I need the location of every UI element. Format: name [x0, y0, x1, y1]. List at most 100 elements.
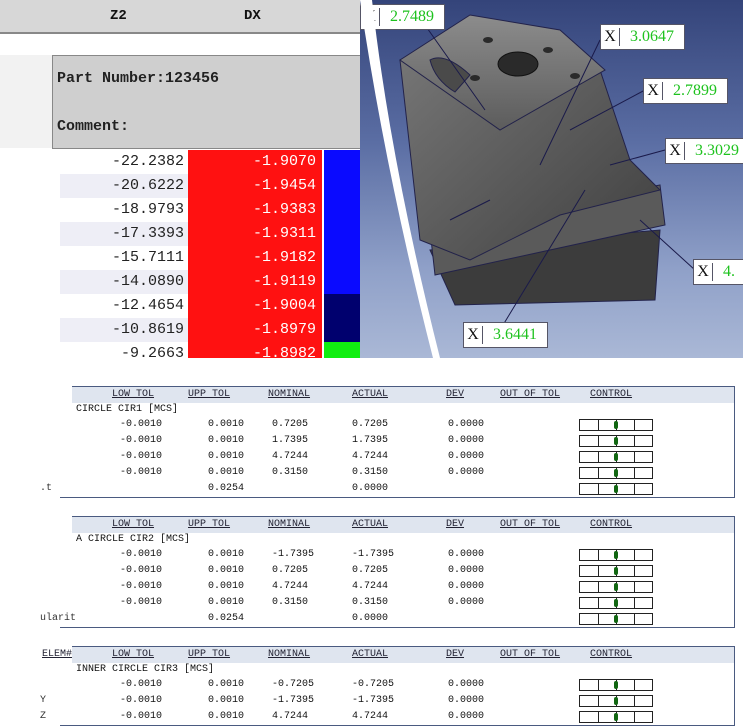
tolerance-gauge — [579, 695, 653, 707]
cell-upp-tol: 0.0010 — [208, 695, 245, 706]
cell-low-tol: -0.0010 — [120, 565, 163, 576]
cell-low-tol: -0.0010 — [120, 695, 163, 706]
tolerance-gauge — [579, 581, 653, 593]
cell-actual: 0.7205 — [352, 419, 389, 430]
label-key: X — [694, 263, 713, 281]
cell-dx[interactable]: -1.9119 — [188, 270, 322, 294]
dimension-label[interactable]: X 4. — [693, 259, 743, 285]
column-header: OUT OF TOL — [500, 389, 561, 400]
table-row[interactable]: -0.0010 0.0010 4.7244 4.7244 0.0000 — [60, 449, 734, 465]
label-key: X — [666, 142, 685, 160]
table-row[interactable]: -0.0010 0.0010 -1.7395 -1.7395 0.0000 — [60, 547, 734, 563]
part-model — [399, 14, 696, 331]
column-header: NOMINAL — [268, 649, 311, 660]
cell-z2[interactable]: -9.2663 — [60, 342, 184, 358]
cell-dev: 0.0000 — [448, 451, 485, 462]
cell-z2[interactable]: -20.6222 — [60, 174, 184, 198]
cell-low-tol: -0.0010 — [120, 467, 163, 478]
cell-upp-tol: 0.0010 — [208, 581, 245, 592]
column-header: CONTROL — [590, 389, 633, 400]
cell-low-tol: -0.0010 — [120, 451, 163, 462]
cell-actual: 0.7205 — [352, 565, 389, 576]
cell-upp-tol: 0.0010 — [208, 435, 245, 446]
cell-dev: 0.0000 — [448, 597, 485, 608]
cell-upp-tol: 0.0010 — [208, 419, 245, 430]
table-row[interactable]: ularit 0.0254 0.0000 — [40, 611, 734, 627]
cell-nominal: 0.7205 — [272, 565, 309, 576]
cell-z2[interactable]: -10.8619 — [60, 318, 184, 342]
table-row[interactable]: -0.0010 0.0010 -0.7205 -0.7205 0.0000 — [60, 677, 734, 693]
cell-upp-tol: 0.0254 — [208, 483, 245, 494]
table-row[interactable]: -0.0010 0.0010 4.7244 4.7244 0.0000 — [60, 579, 734, 595]
gauge-marker — [614, 583, 618, 591]
column-header: NOMINAL — [268, 519, 311, 530]
tolerance-gauge — [579, 467, 653, 479]
cell-actual: 0.0000 — [352, 483, 389, 494]
dimension-label[interactable]: X 3.6441 — [463, 322, 548, 348]
cell-z2[interactable]: -22.2382 — [60, 150, 184, 174]
feature-title: INNER CIRCLE CIR3 [MCS] — [72, 663, 735, 677]
row-label: ularit — [40, 613, 77, 624]
tolerance-gauge — [579, 565, 653, 577]
cell-dx[interactable]: -1.9004 — [188, 294, 322, 318]
cell-low-tol: -0.0010 — [120, 419, 163, 430]
cell-dx[interactable]: -1.9454 — [188, 174, 322, 198]
cell-dx[interactable]: -1.9383 — [188, 198, 322, 222]
table-row[interactable]: .t 0.0254 0.0000 — [40, 481, 734, 497]
cell-low-tol: -0.0010 — [120, 597, 163, 608]
table-row[interactable]: -0.0010 0.0010 0.7205 0.7205 0.0000 — [60, 563, 734, 579]
table-row[interactable]: -0.0010 0.0010 0.7205 0.7205 0.0000 — [60, 417, 734, 433]
table-header: ELEM# LOW TOL UPP TOL NOMINAL ACTUAL DEV OUT O… — [42, 646, 735, 663]
cell-dx[interactable]: -1.9311 — [188, 222, 322, 246]
tolerance-gauge — [579, 613, 653, 625]
gauge-marker — [614, 469, 618, 477]
dimension-label[interactable]: X 3.3029 — [665, 138, 743, 164]
cell-z2[interactable]: -17.3393 — [60, 222, 184, 246]
cell-nominal: 0.7205 — [272, 419, 309, 430]
column-header-dx[interactable]: DX — [244, 8, 261, 24]
column-header: UPP TOL — [188, 649, 231, 660]
table-row[interactable]: Z -0.0010 0.0010 4.7244 4.7244 0.0000 — [40, 709, 734, 725]
cell-dev: 0.0000 — [448, 711, 485, 722]
gauge-marker — [614, 599, 618, 607]
cell-upp-tol: 0.0010 — [208, 711, 245, 722]
cell-upp-tol: 0.0010 — [208, 549, 245, 560]
dimension-label[interactable]: X 2.7489 — [360, 4, 445, 30]
dimension-label[interactable]: X 2.7899 — [643, 78, 728, 104]
gauge-marker — [614, 697, 618, 705]
table-row[interactable]: -0.0010 0.0010 1.7395 1.7395 0.0000 — [60, 433, 734, 449]
tolerance-gauge — [579, 483, 653, 495]
cell-actual: 0.0000 — [352, 613, 389, 624]
cell-z2[interactable]: -18.9793 — [60, 198, 184, 222]
dimension-label[interactable]: X 3.0647 — [600, 24, 685, 50]
cell-actual: 0.3150 — [352, 467, 389, 478]
cell-z2[interactable]: -15.7111 — [60, 246, 184, 270]
tolerance-gauge — [579, 597, 653, 609]
cell-upp-tol: 0.0010 — [208, 565, 245, 576]
cell-nominal: -0.7205 — [272, 679, 315, 690]
column-header: OUT OF TOL — [500, 649, 561, 660]
table-row[interactable]: -0.0010 0.0010 0.3150 0.3150 0.0000 — [60, 465, 734, 481]
table-row[interactable]: Y -0.0010 0.0010 -1.7395 -1.7395 0.0000 — [40, 693, 734, 709]
cell-nominal: -1.7395 — [272, 549, 315, 560]
tolerance-gauge — [579, 451, 653, 463]
cell-dx[interactable]: -1.9070 — [188, 150, 322, 174]
3d-viewer[interactable]: X 2.7489 X 3.0647 X 2.7899 X 3.3029 X 4.… — [360, 0, 743, 358]
gauge-marker — [614, 437, 618, 445]
cell-upp-tol: 0.0010 — [208, 451, 245, 462]
column-header-z2[interactable]: Z2 — [110, 8, 127, 24]
cell-dx[interactable]: -1.9182 — [188, 246, 322, 270]
label-key: X — [601, 28, 620, 46]
label-key: X — [644, 82, 663, 100]
cell-dx[interactable]: -1.8979 — [188, 318, 322, 342]
cell-nominal: -1.7395 — [272, 695, 315, 706]
cell-dev: 0.0000 — [448, 581, 485, 592]
cell-dx[interactable]: -1.8982 — [188, 342, 322, 358]
cell-low-tol: -0.0010 — [120, 711, 163, 722]
cell-z2[interactable]: -12.4654 — [60, 294, 184, 318]
cell-dev: 0.0000 — [448, 679, 485, 690]
bolt-hole — [570, 73, 580, 79]
column-header: OUT OF TOL — [500, 519, 561, 530]
cell-z2[interactable]: -14.0890 — [60, 270, 184, 294]
table-row[interactable]: -0.0010 0.0010 0.3150 0.3150 0.0000 — [60, 595, 734, 611]
